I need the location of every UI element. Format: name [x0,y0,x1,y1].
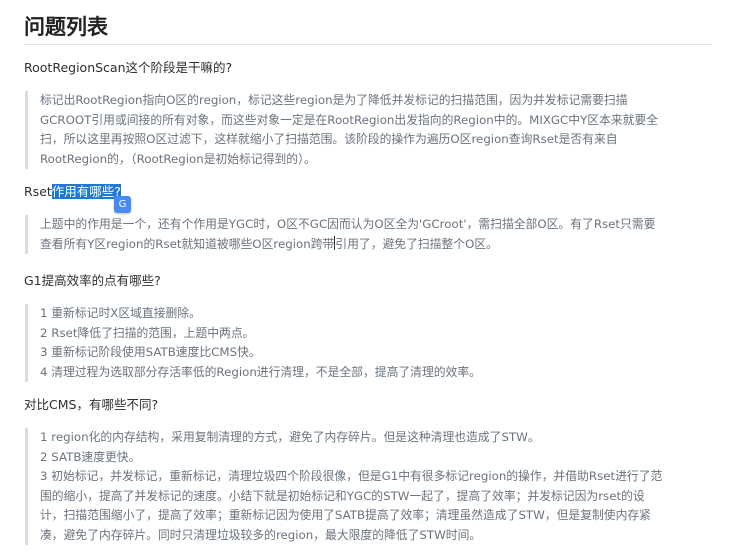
answer-rset: 上题中的作用是一个，还有个作用是YGC时，O区不GC因而认为O区全为'GCroo… [25,215,712,254]
question-rset-prefix: Rset [24,184,52,199]
list-item: 2 SATB速度更快。 [40,449,141,464]
list-item: 1 重新标记时X区域直接删除。 [40,306,201,320]
question-vs-cms: 对比CMS，有哪些不同? [24,397,159,412]
question-g1-efficiency: G1提高效率的点有哪些? [24,273,161,288]
list-item: 凑，避免了内存碎片。同时只清理垃圾较多的region，最大限度的降低了STW时间… [40,527,482,542]
list-item: 4 清理过程为选取部分存活率低的Region进行清理，不是全部，提高了清理的效率… [40,364,481,379]
answer-vs-cms: 1 region化的内存结构，采用复制清理的方式，避免了内存碎片。但是这种清理也… [25,428,712,545]
document-page: 问题列表 RootRegionScan这个阶段是干嘛的? 标记出RootRegi… [24,0,712,545]
answer-g1-efficiency: 1 重新标记时X区域直接删除。 2 Rset降低了扫描的范围，上题中两点。 3 … [25,304,712,382]
answer-line-part: 引用了，避免了扫描整个O区。 [335,236,498,251]
list-item: 围的缩小，提高了并发标记的速度。小结下就是初始标记和YGC的STW一起了，提高了… [40,488,645,503]
answer-line-part: 查看所有Y区region的Rset就知道被哪些O区region跨带 [40,236,335,251]
list-item: 3 初始标记，并发标记，重新标记，清理垃圾四个阶段很像，但是G1中有很多标记re… [40,469,663,483]
list-item: 计，扫描范围缩小了，提高了效率；重新标记因为使用了SATB提高了效率；清理虽然造… [40,508,651,522]
list-item: 3 重新标记阶段使用SATB速度比CMS快。 [40,345,261,359]
answer-line: GCROOT引用或间接的所有对象，而这些对象一定是在RootRegion出发指向… [40,112,659,127]
title-divider [24,44,712,45]
answer-line: RootRegion的，（RootRegion是初始标记得到的）。 [40,151,316,166]
answer-line: 查看所有Y区region的Rset就知道被哪些O区region跨带引用了，避免了… [40,235,712,255]
answer-line: 上题中的作用是一个，还有个作用是YGC时，O区不GC因而认为O区全为'GCroo… [40,217,656,231]
answer-line: 扫，所以这里再按照O区过滤下，这样就缩小了扫描范围。该阶段的操作为遍历O区reg… [40,132,618,146]
list-item: 1 region化的内存结构，采用复制清理的方式，避免了内存碎片。但是这种清理也… [40,430,540,444]
question-rootregionscan: RootRegionScan这个阶段是干嘛的? [24,60,233,75]
answer-line: 标记出RootRegion指向O区的region，标记这些region是为了降低… [40,93,628,107]
answer-rootregionscan: 标记出RootRegion指向O区的region，标记这些region是为了降低… [25,91,712,169]
selected-text[interactable]: 作用有哪些? [51,184,121,199]
translate-icon[interactable]: G [114,196,131,213]
list-item: 2 Rset降低了扫描的范围，上题中两点。 [40,325,255,340]
page-title: 问题列表 [24,15,108,39]
